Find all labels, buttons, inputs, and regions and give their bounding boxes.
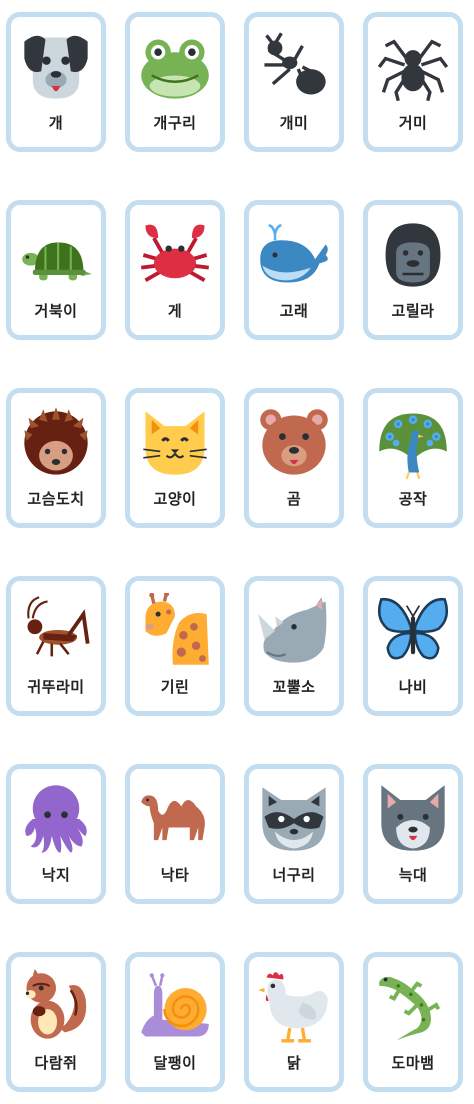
animal-card-snail[interactable]: 달팽이 [125,952,225,1092]
whale-icon [260,224,328,283]
animal-label: 고래 [279,302,309,320]
animal-label: 고릴라 [391,302,435,320]
animal-card-dog[interactable]: 개 [6,12,106,152]
animal-card-hedgehog[interactable]: 고슴도치 [6,388,106,528]
giraffe-icon [145,593,209,665]
animal-label: 기린 [160,678,190,696]
animal-label: 도마뱀 [391,1054,435,1072]
animal-card-spider[interactable]: 거미 [363,12,463,152]
wolf-face-icon [381,785,445,851]
animal-label: 고양이 [153,490,197,508]
animal-label: 달팽이 [153,1054,197,1072]
animal-card-camel[interactable]: 낙타 [125,764,225,904]
animal-label: 거미 [398,114,428,132]
animal-label: 개구리 [153,114,197,132]
bear-face-icon [260,409,328,475]
animal-label: 개 [48,114,64,132]
animal-label: 거북이 [34,302,78,320]
animal-card-rhino[interactable]: 꼬뿔소 [244,576,344,716]
snail-icon [141,973,209,1037]
animal-card-cricket[interactable]: 귀뚜라미 [6,576,106,716]
ant-icon [264,32,326,95]
animal-label: 귀뚜라미 [27,678,85,696]
turtle-icon [22,242,92,281]
raccoon-icon [262,787,326,851]
animal-label: 낙타 [160,866,190,884]
peacock-icon [379,413,447,480]
lizard-icon [379,976,441,1041]
animal-card-chicken[interactable]: 닭 [244,952,344,1092]
chicken-icon [258,972,328,1043]
animal-label: 곰 [286,490,302,508]
animal-card-butterfly[interactable]: 나비 [363,576,463,716]
butterfly-icon [377,598,449,660]
animal-card-grid: 개 개구리 개미 거미 거북이 게 고래 고릴라 고슴도치 고양이 곰 공작 귀… [0,0,474,1104]
crab-icon [140,224,210,282]
animal-card-bear[interactable]: 곰 [244,388,344,528]
animal-card-gorilla[interactable]: 고릴라 [363,200,463,340]
animal-card-peacock[interactable]: 공작 [363,388,463,528]
animal-card-ant[interactable]: 개미 [244,12,344,152]
spider-icon [377,39,449,102]
animal-label: 낙지 [41,866,71,884]
animal-card-chipmunk[interactable]: 다람쥐 [6,952,106,1092]
camel-icon [141,795,205,841]
animal-card-turtle[interactable]: 거북이 [6,200,106,340]
animal-label: 늑대 [398,866,428,884]
animal-label: 너구리 [272,866,316,884]
animal-card-giraffe[interactable]: 기린 [125,576,225,716]
cricket-icon [27,596,90,657]
dog-face-icon [24,35,88,99]
octopus-icon [25,785,87,853]
animal-card-crab[interactable]: 게 [125,200,225,340]
gorilla-icon [385,223,441,287]
rhinoceros-icon [258,597,327,663]
animal-label: 게 [167,302,183,320]
frog-face-icon [141,39,209,99]
animal-label: 나비 [398,678,428,696]
animal-card-cat[interactable]: 고양이 [125,388,225,528]
animal-label: 꼬뿔소 [272,678,316,696]
animal-card-whale[interactable]: 고래 [244,200,344,340]
chipmunk-icon [25,969,87,1039]
animal-card-lizard[interactable]: 도마뱀 [363,952,463,1092]
hedgehog-icon [24,407,88,475]
animal-label: 닭 [286,1054,302,1072]
animal-card-wolf[interactable]: 늑대 [363,764,463,904]
animal-card-raccoon[interactable]: 너구리 [244,764,344,904]
animal-label: 개미 [279,114,309,132]
cat-face-icon [143,411,207,475]
animal-card-frog[interactable]: 개구리 [125,12,225,152]
animal-label: 공작 [398,490,428,508]
animal-label: 고슴도치 [27,490,85,508]
animal-card-octopus[interactable]: 낙지 [6,764,106,904]
animal-label: 다람쥐 [34,1054,78,1072]
